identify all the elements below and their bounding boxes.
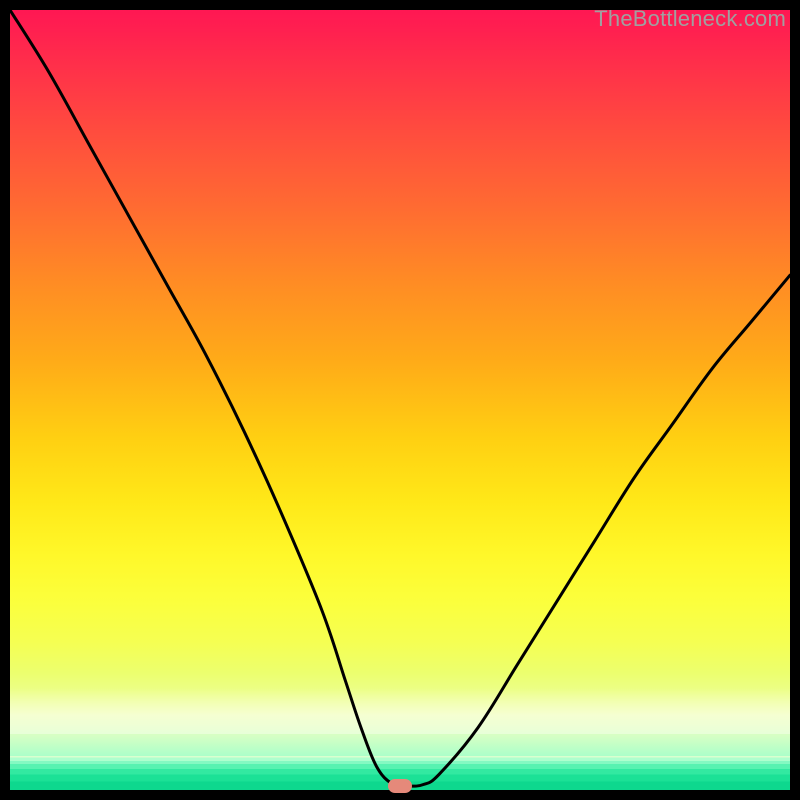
chart-container: TheBottleneck.com [0,0,800,800]
chart-plot-area [10,10,790,790]
